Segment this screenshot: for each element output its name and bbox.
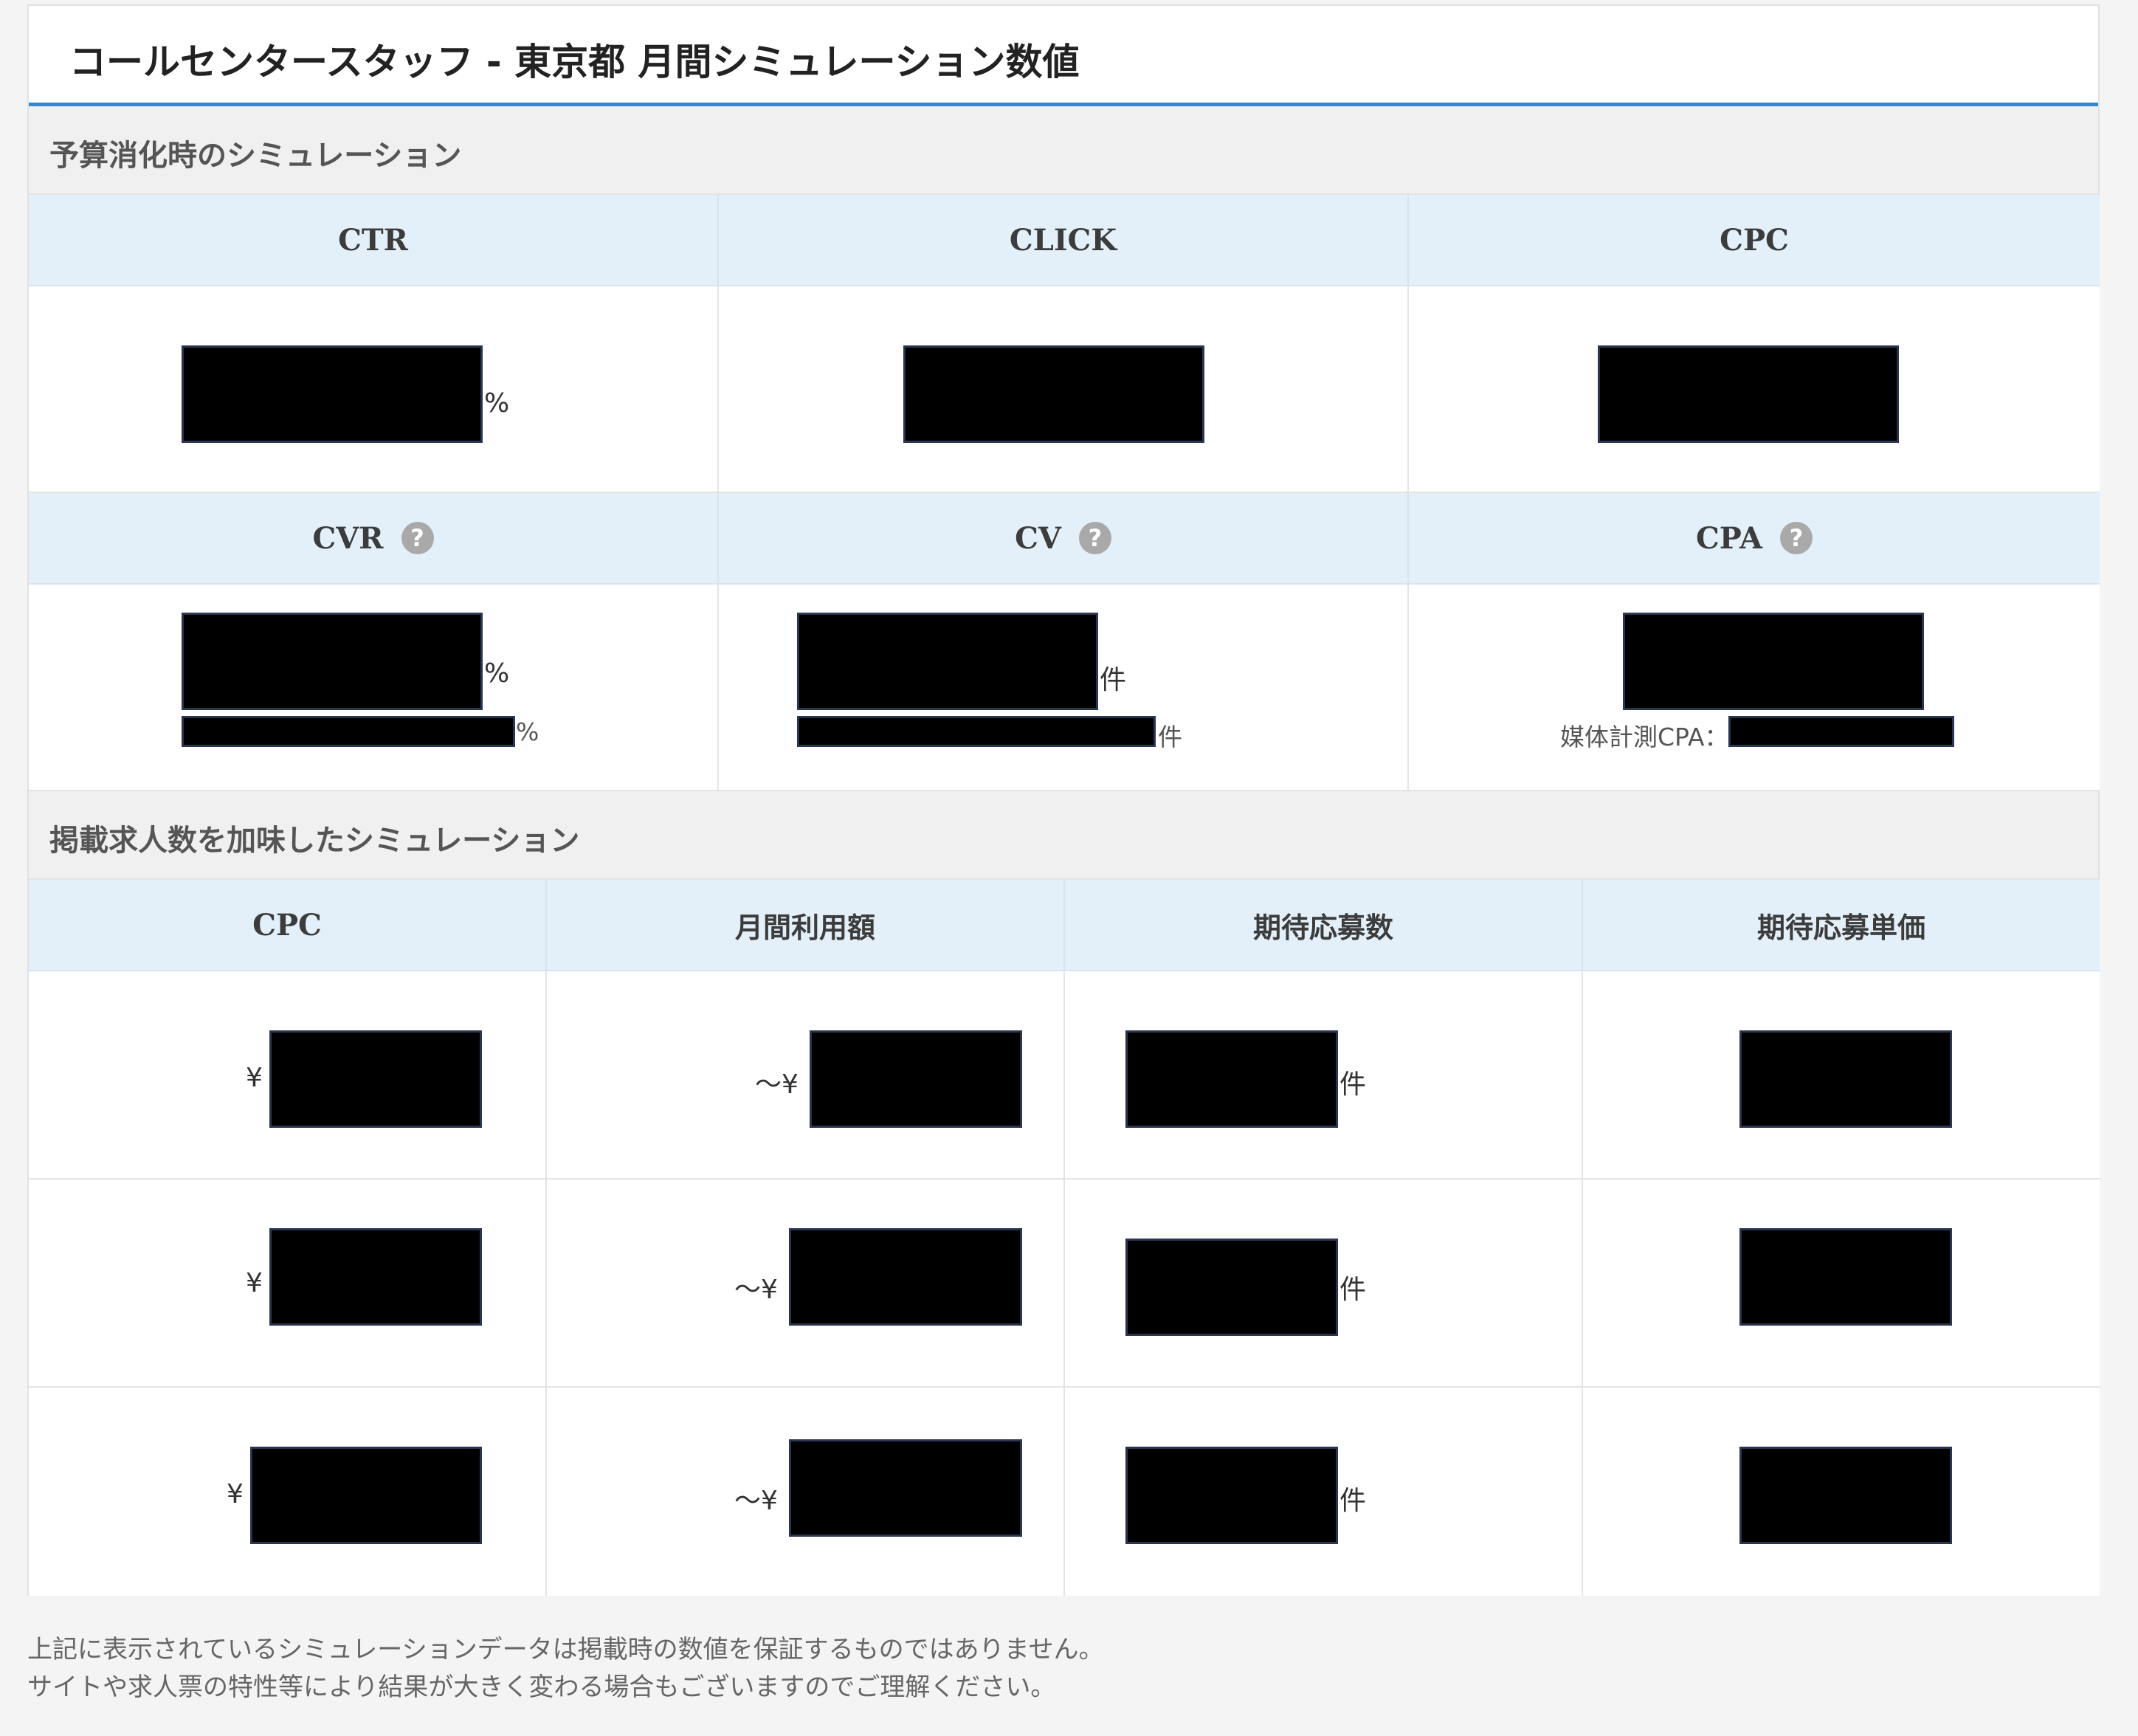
section-jobs-heading: 掲載求人数を加味したシミュレーション	[29, 791, 2098, 880]
table-row-1-monthly: ～¥	[547, 971, 1065, 1179]
header-cvr: CVR ?	[29, 493, 719, 585]
cvr-sub-value-redacted	[182, 716, 515, 747]
ctr-value-cell: %	[29, 286, 719, 493]
cpc-value-cell	[1409, 286, 2100, 493]
header-ctr: CTR	[29, 195, 719, 286]
header-expected-unit-price-label: 期待応募単価	[1756, 911, 1925, 944]
table-row-2-cpc: ¥	[29, 1179, 547, 1388]
count-unit: 件	[1339, 1486, 1367, 1516]
cpc-redacted	[250, 1447, 482, 1544]
table-row-1-applications: 件	[1065, 971, 1583, 1179]
header-expected-applications: 期待応募数	[1065, 880, 1583, 971]
click-value-cell	[719, 286, 1409, 493]
monthly-redacted	[789, 1228, 1022, 1326]
section-budget-heading: 予算消化時のシミュレーション	[29, 106, 2098, 195]
cv-sub-count-unit: 件	[1158, 723, 1182, 751]
header-monthly-usage: 月間利用額	[547, 880, 1065, 971]
header-expected-unit-price: 期待応募単価	[1583, 880, 2100, 971]
header-cpa-label: CPA	[1695, 520, 1763, 556]
question-circle-icon[interactable]: ?	[1078, 522, 1111, 554]
question-circle-icon[interactable]: ?	[1780, 522, 1813, 554]
cvr-value-redacted	[182, 613, 483, 710]
page-title: コールセンタースタッフ - 東京都 月間シミュレーション数値	[69, 41, 1080, 83]
applications-redacted	[1125, 1030, 1338, 1128]
media-cpa-value-redacted	[1728, 716, 1954, 747]
range-yen-unit: ～¥	[734, 1275, 778, 1305]
yen-unit: ¥	[246, 1268, 263, 1298]
yen-unit: ¥	[227, 1479, 244, 1509]
table-row-2-applications: 件	[1065, 1179, 1583, 1388]
section-jobs-title: 掲載求人数を加味したシミュレーション	[49, 824, 580, 858]
yen-unit: ¥	[246, 1063, 263, 1093]
cv-value-redacted	[797, 613, 1098, 710]
ctr-value-redacted	[182, 345, 483, 443]
unit-price-redacted	[1739, 1030, 1952, 1128]
cv-count-unit: 件	[1100, 665, 1127, 695]
cvr-percent-unit: %	[484, 658, 510, 689]
range-yen-unit: ～¥	[755, 1070, 799, 1100]
header-cv-label: CV	[1015, 520, 1061, 556]
header-click: CLICK	[719, 195, 1409, 286]
header-cpc-2: CPC	[29, 880, 547, 971]
monthly-redacted	[789, 1439, 1022, 1537]
header-cv: CV ?	[719, 493, 1409, 585]
click-value-redacted	[903, 345, 1204, 443]
monthly-redacted	[810, 1030, 1022, 1128]
table-row-2-unit-price	[1583, 1179, 2100, 1388]
media-cpa-label: 媒体計測CPA：	[1560, 723, 1729, 751]
section-budget-title: 予算消化時のシミュレーション	[49, 139, 462, 173]
panel-header: コールセンタースタッフ - 東京都 月間シミュレーション数値	[29, 6, 2098, 106]
cv-value-cell: 件 件	[719, 585, 1409, 791]
table-row-3-applications: 件	[1065, 1388, 1583, 1596]
simulation-panel: コールセンタースタッフ - 東京都 月間シミュレーション数値 予算消化時のシミュ…	[27, 4, 2100, 1596]
cvr-sub-percent-unit: %	[516, 717, 539, 746]
count-unit: 件	[1339, 1275, 1367, 1305]
cpc-value-redacted	[1598, 345, 1899, 443]
question-circle-icon[interactable]: ?	[401, 522, 434, 554]
header-cpa: CPA ?	[1409, 493, 2100, 585]
range-yen-unit: ～¥	[734, 1486, 778, 1516]
header-expected-applications-label: 期待応募数	[1252, 911, 1393, 944]
table-row-2-monthly: ～¥	[547, 1179, 1065, 1388]
disclaimer-line-2: サイトや求人票の特性等により結果が大きく変わる場合もございますのでご理解ください…	[27, 1673, 1056, 1702]
disclaimer-line-1: 上記に表示されているシミュレーションデータは掲載時の数値を保証するものではありま…	[27, 1635, 1104, 1664]
table-row-3-unit-price	[1583, 1388, 2100, 1596]
header-cvr-label: CVR	[312, 520, 384, 556]
table-row-3-cpc: ¥	[29, 1388, 547, 1596]
cpa-value-cell: ¥ 媒体計測CPA：	[1409, 585, 2100, 791]
applications-redacted	[1125, 1447, 1338, 1544]
table-row-3-monthly: ～¥	[547, 1388, 1065, 1596]
cv-sub-value-redacted	[797, 716, 1156, 747]
table-row-1-unit-price	[1583, 971, 2100, 1179]
unit-price-redacted	[1739, 1447, 1952, 1544]
header-cpc: CPC	[1409, 195, 2100, 286]
cpc-redacted	[269, 1228, 482, 1326]
table-row-1-cpc: ¥	[29, 971, 547, 1179]
cpa-value-redacted	[1623, 613, 1924, 710]
header-monthly-usage-label: 月間利用額	[734, 911, 875, 944]
applications-redacted	[1125, 1239, 1338, 1336]
cvr-value-cell: % %	[29, 585, 719, 791]
count-unit: 件	[1339, 1070, 1367, 1100]
cpc-redacted	[269, 1030, 482, 1128]
ctr-percent-unit: %	[484, 388, 510, 418]
unit-price-redacted	[1739, 1228, 1952, 1326]
